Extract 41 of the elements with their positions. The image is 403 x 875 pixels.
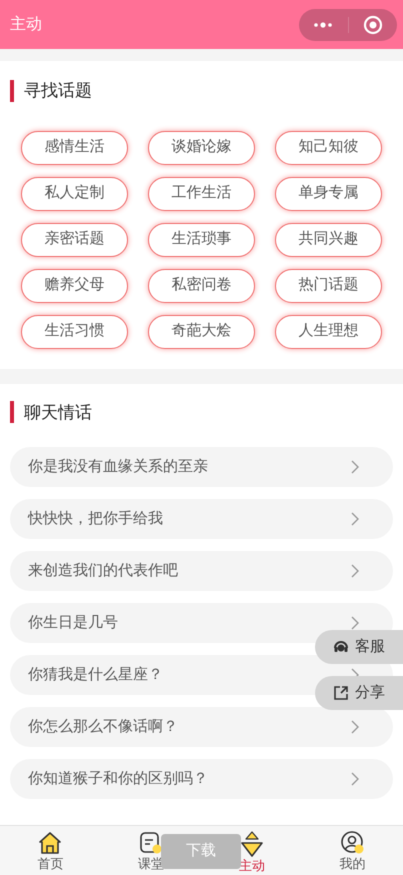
topic-tag[interactable]: 生活琐事 (148, 222, 255, 256)
chevron-right-icon (351, 720, 359, 734)
headset-icon (333, 639, 349, 655)
share-button[interactable]: 分享 (315, 676, 403, 710)
section-title: 寻找话题 (24, 80, 92, 102)
chat-item[interactable]: 来创造我们的代表作吧 (10, 551, 393, 591)
chevron-right-icon (351, 460, 359, 474)
topic-tag[interactable]: 感情生活 (21, 130, 128, 164)
download-toast: 下载 (161, 834, 241, 869)
chat-item[interactable]: 你是我没有血缘关系的至亲 (10, 447, 393, 487)
chevron-right-icon (351, 512, 359, 526)
topic-tag[interactable]: 私人定制 (21, 176, 128, 210)
tab-item[interactable]: 我的 (302, 826, 403, 875)
more-icon[interactable] (313, 22, 334, 28)
page-title: 主动 (10, 14, 42, 34)
topic-tag[interactable]: 知己知彼 (275, 130, 382, 164)
topic-tag[interactable]: 赡养父母 (21, 268, 128, 302)
share-icon (333, 685, 349, 701)
home-icon (37, 830, 64, 856)
chat-item[interactable]: 你怎么那么不像话啊？ (10, 707, 393, 747)
topic-tag[interactable]: 单身专属 (275, 176, 382, 210)
up-down-icon (238, 830, 265, 858)
close-icon[interactable] (362, 14, 383, 34)
tab-item[interactable]: 首页 (0, 826, 101, 875)
topic-tag[interactable]: 私密问卷 (148, 268, 255, 302)
chevron-right-icon (351, 772, 359, 786)
chevron-right-icon (351, 616, 359, 630)
chevron-right-icon (351, 564, 359, 578)
user-icon (340, 830, 366, 856)
topic-tag[interactable]: 亲密话题 (21, 222, 128, 256)
topic-tag[interactable]: 人生理想 (275, 314, 382, 348)
chat-item[interactable]: 快快快，把你手给我 (10, 499, 393, 539)
chat-item[interactable]: 你知道猴子和你的区别吗？ (10, 759, 393, 799)
topic-tag[interactable]: 生活习惯 (21, 314, 128, 348)
topic-tag[interactable]: 谈婚论嫁 (148, 130, 255, 164)
topic-tag[interactable]: 热门话题 (275, 268, 382, 302)
section-title: 聊天情话 (24, 402, 92, 424)
topic-tag[interactable]: 奇葩大烩 (148, 314, 255, 348)
topic-tag[interactable]: 共同兴趣 (275, 222, 382, 256)
topic-tag[interactable]: 工作生活 (148, 176, 255, 210)
service-button[interactable]: 客服 (315, 630, 403, 664)
